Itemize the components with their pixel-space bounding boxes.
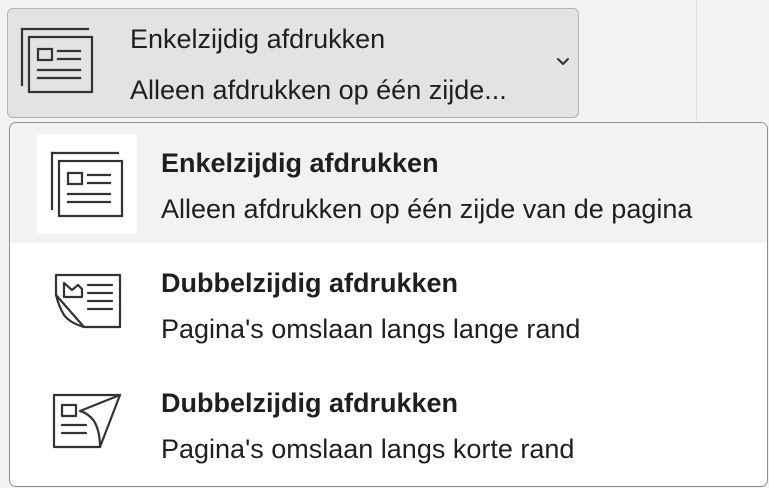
menu-item-single-sided[interactable]: Enkelzijdig afdrukken Alleen afdrukken o… — [11, 123, 767, 243]
menu-item-icon-box — [37, 254, 137, 354]
menu-item-duplex-short-edge[interactable]: Dubbelzijdig afdrukken Pagina's omslaan … — [11, 363, 767, 483]
panel-divider — [696, 0, 697, 122]
menu-item-description: Pagina's omslaan langs korte rand — [161, 434, 575, 464]
menu-item-icon-box — [37, 374, 137, 474]
print-sides-dropdown[interactable]: Enkelzijdig afdrukken Alleen afdrukken o… — [7, 8, 579, 118]
single-sided-print-icon — [50, 151, 124, 218]
dropdown-selected-title: Enkelzijdig afdrukken — [130, 24, 386, 54]
flip-short-edge-icon — [52, 393, 122, 449]
chevron-down-icon — [557, 58, 569, 65]
dropdown-selected-description: Alleen afdrukken op één zijde... — [130, 75, 507, 105]
menu-item-description: Pagina's omslaan langs lange rand — [161, 314, 581, 344]
single-sided-print-icon — [20, 27, 94, 94]
flip-long-edge-icon — [54, 273, 122, 329]
menu-item-icon-box — [37, 134, 137, 234]
print-sides-menu: Enkelzijdig afdrukken Alleen afdrukken o… — [9, 122, 768, 487]
menu-item-description: Alleen afdrukken op één zijde van de pag… — [161, 194, 693, 224]
menu-item-title: Enkelzijdig afdrukken — [161, 148, 439, 178]
menu-item-duplex-long-edge[interactable]: Dubbelzijdig afdrukken Pagina's omslaan … — [11, 243, 767, 363]
menu-item-title: Dubbelzijdig afdrukken — [161, 388, 459, 418]
menu-item-title: Dubbelzijdig afdrukken — [161, 268, 459, 298]
